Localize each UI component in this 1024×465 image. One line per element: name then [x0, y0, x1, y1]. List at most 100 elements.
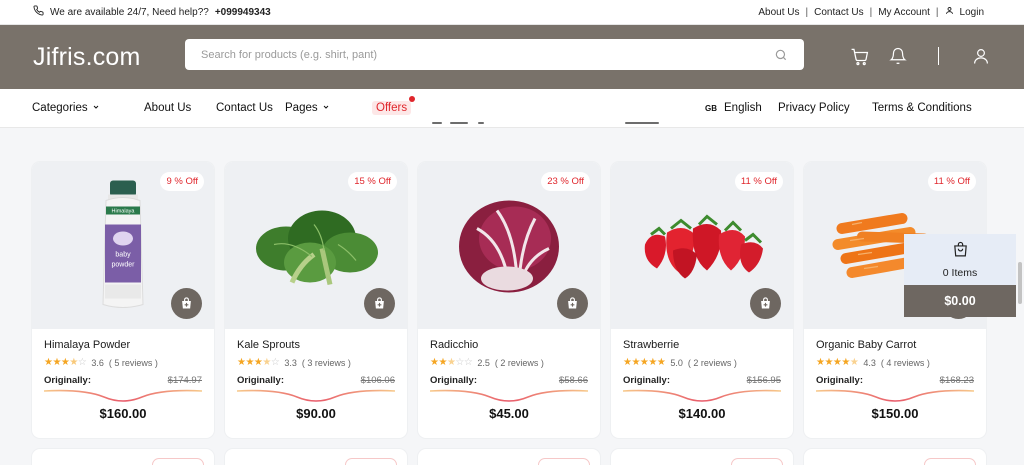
original-price-row: Originally: $58.66: [430, 375, 588, 386]
review-count: ( 5 reviews ): [108, 357, 158, 368]
original-price-row: Originally: $174.97: [44, 375, 202, 386]
nav-categories[interactable]: Categories: [32, 102, 100, 114]
review-count: ( 2 reviews ): [494, 357, 544, 368]
product-card[interactable]: [32, 449, 214, 465]
shopping-bag-icon: [952, 241, 969, 261]
product-card[interactable]: [804, 449, 986, 465]
site-logo[interactable]: Jifris.com: [33, 43, 185, 72]
original-price: $106.06: [360, 375, 395, 386]
product-card[interactable]: 9 % Off Himalaya baby powder Himalaya Po…: [32, 162, 214, 438]
search-input[interactable]: [201, 48, 774, 61]
product-card[interactable]: [611, 449, 793, 465]
product-price: $160.00: [99, 406, 147, 421]
discount-badge: 15 % Off: [348, 172, 397, 191]
product-image-himalaya-powder[interactable]: Himalaya baby powder: [98, 180, 148, 317]
add-to-cart-button[interactable]: [557, 288, 588, 319]
nav-pages[interactable]: Pages: [285, 102, 330, 114]
help-phone[interactable]: +099949343: [215, 7, 271, 18]
original-price: $174.97: [167, 375, 202, 386]
search-icon[interactable]: [774, 48, 788, 62]
product-card[interactable]: [418, 449, 600, 465]
product-price: $140.00: [678, 406, 726, 421]
top-link-contact[interactable]: Contact Us: [814, 7, 863, 18]
original-price: $58.66: [558, 375, 588, 386]
product-card[interactable]: 11 % Off Strawberrie ★★★★★ 5.0 (2 revie…: [611, 162, 793, 438]
discount-badge: 9 % Off: [160, 172, 204, 191]
original-price-row: Originally: $106.06: [237, 375, 395, 386]
product-price: $90.00: [296, 406, 336, 421]
original-label: Originally:: [816, 375, 863, 386]
help-info: We are available 24/7, Need help?? +0999…: [33, 5, 271, 19]
scrollbar-thumb[interactable]: [1018, 262, 1022, 304]
product-rating: ★★★★★ 5.0 ( 2 reviews ): [623, 357, 781, 368]
top-link-account[interactable]: My Account: [878, 7, 930, 18]
divider: [938, 47, 939, 65]
rating-value: 3.6: [91, 357, 104, 368]
rating-value: 5.0: [670, 357, 683, 368]
review-count: ( 3 reviews ): [301, 357, 351, 368]
chevron-down-icon: [322, 102, 330, 114]
nav-offers[interactable]: Offers: [372, 96, 416, 115]
bag-plus-icon: [375, 297, 384, 309]
product-card[interactable]: 15 % Off Kale Sprouts ★★★★☆ 3.3 (3 revi…: [225, 162, 407, 438]
nav-privacy[interactable]: Privacy Policy: [778, 102, 850, 114]
product-grid: 9 % Off Himalaya baby powder Himalaya Po…: [32, 162, 986, 438]
product-info: Strawberrie ★★★★★ 5.0 ( 2 reviews ) Orig…: [611, 329, 793, 421]
svg-text:powder: powder: [112, 261, 136, 268]
product-image-area: 15 % Off: [225, 162, 407, 329]
floating-cart[interactable]: 0 Items $0.00: [904, 234, 1016, 317]
add-to-cart-button[interactable]: [750, 288, 781, 319]
original-price-row: Originally: $168.23: [816, 375, 974, 386]
cart-total[interactable]: $0.00: [904, 285, 1016, 317]
product-info: Himalaya Powder ★★★★☆ 3.6 ( 5 reviews ) …: [32, 329, 214, 421]
product-info: Organic Baby Carrot ★★★★★ 4.3 ( 4 review…: [804, 329, 986, 421]
product-name[interactable]: Strawberrie: [623, 339, 781, 351]
original-price: $168.23: [939, 375, 974, 386]
product-name[interactable]: Himalaya Powder: [44, 339, 202, 351]
rating-value: 2.5: [477, 357, 490, 368]
product-name[interactable]: Organic Baby Carrot: [816, 339, 974, 351]
product-card[interactable]: 23 % Off Radicchio ★★★☆☆ 2.5 ( 2 reviews…: [418, 162, 600, 438]
product-rating: ★★★☆☆ 2.5 ( 2 reviews ): [430, 357, 588, 368]
bell-icon[interactable]: [888, 46, 908, 66]
product-info: Radicchio ★★★☆☆ 2.5 ( 2 reviews ) Origin…: [418, 329, 600, 421]
product-rating: ★★★★☆ 3.6 ( 5 reviews ): [44, 357, 202, 368]
product-image-radicchio[interactable]: [457, 198, 561, 299]
add-to-cart-button[interactable]: [171, 288, 202, 319]
chevron-down-icon: [92, 102, 100, 114]
product-name[interactable]: Radicchio: [430, 339, 588, 351]
product-image-strawberrie[interactable]: [637, 214, 767, 283]
product-card[interactable]: [225, 449, 407, 465]
product-image-area: 11 % Off: [611, 162, 793, 329]
nav-contact[interactable]: Contact Us: [216, 102, 273, 114]
user-icon: [945, 6, 954, 18]
nav-offers-label: Offers: [376, 102, 408, 114]
star-rating-icon: ★★★★☆: [44, 357, 87, 368]
rating-value: 4.3: [863, 357, 876, 368]
floating-cart-summary[interactable]: 0 Items: [904, 234, 1016, 285]
nav-terms[interactable]: Terms & Conditions: [872, 102, 972, 114]
svg-text:Himalaya: Himalaya: [112, 208, 136, 214]
search-bar: [185, 39, 804, 70]
product-image-area: 23 % Off: [418, 162, 600, 329]
add-to-cart-button[interactable]: [364, 288, 395, 319]
original-price-row: Originally: $156.95: [623, 375, 781, 386]
top-bar: We are available 24/7, Need help?? +0999…: [0, 0, 1024, 25]
main-header: Jifris.com: [0, 25, 1024, 89]
top-link-login[interactable]: Login: [960, 7, 984, 18]
original-label: Originally:: [44, 375, 91, 386]
product-image-area: 9 % Off Himalaya baby powder: [32, 162, 214, 329]
product-rating: ★★★★☆ 3.3 ( 3 reviews ): [237, 357, 395, 368]
top-link-about[interactable]: About Us: [758, 7, 799, 18]
nav-about[interactable]: About Us: [144, 102, 191, 114]
cart-icon[interactable]: [849, 46, 869, 66]
account-icon[interactable]: [971, 46, 991, 66]
product-name[interactable]: Kale Sprouts: [237, 339, 395, 351]
top-links: About Us | Contact Us | My Account | Log…: [758, 6, 984, 18]
section-subtitle-fragment: [420, 122, 665, 128]
product-image-kale-sprouts[interactable]: [252, 204, 380, 293]
language-selector[interactable]: GB English: [705, 102, 762, 114]
original-label: Originally:: [237, 375, 284, 386]
divider: |: [869, 6, 873, 18]
product-rating: ★★★★★ 4.3 ( 4 reviews ): [816, 357, 974, 368]
